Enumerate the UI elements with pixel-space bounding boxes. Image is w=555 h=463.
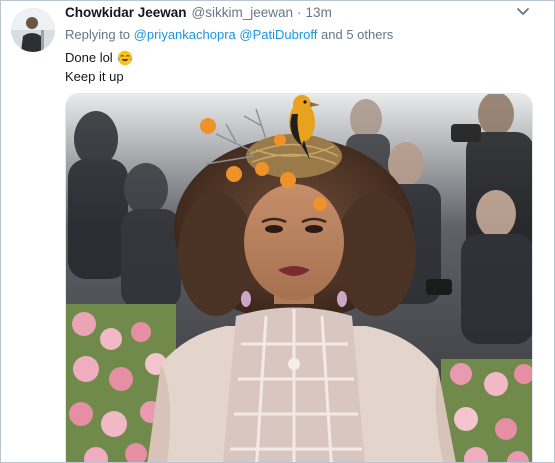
mention-link[interactable]: @PatiDubroff <box>239 27 317 42</box>
display-name[interactable]: Chowkidar Jeewan <box>65 5 187 20</box>
tweet-line: Done lol <box>65 50 113 65</box>
replying-to: Replying to @priyankachopra @PatiDubroff… <box>65 27 393 42</box>
reply-prefix: Replying to <box>65 27 131 42</box>
chevron-down-icon[interactable] <box>516 7 530 17</box>
tweet-card: Chowkidar Jeewan @sikkim_jeewan · 13m Re… <box>0 0 555 463</box>
face-with-tears-of-joy-icon <box>117 50 132 65</box>
timestamp[interactable]: 13m <box>306 5 332 20</box>
tweet-photo[interactable] <box>65 93 533 462</box>
profile-photo-icon <box>11 8 55 52</box>
avatar[interactable] <box>11 8 55 52</box>
photo-image <box>66 94 532 462</box>
tweet-header: Chowkidar Jeewan @sikkim_jeewan · 13m <box>65 5 514 23</box>
tweet-line: Keep it up <box>65 69 124 84</box>
user-handle[interactable]: @sikkim_jeewan <box>192 5 294 20</box>
reply-suffix[interactable]: and 5 others <box>321 27 393 42</box>
mention-link[interactable]: @priyankachopra <box>134 27 236 42</box>
separator-dot: · <box>297 5 302 20</box>
tweet-text: Done lol Keep it up <box>65 48 133 86</box>
